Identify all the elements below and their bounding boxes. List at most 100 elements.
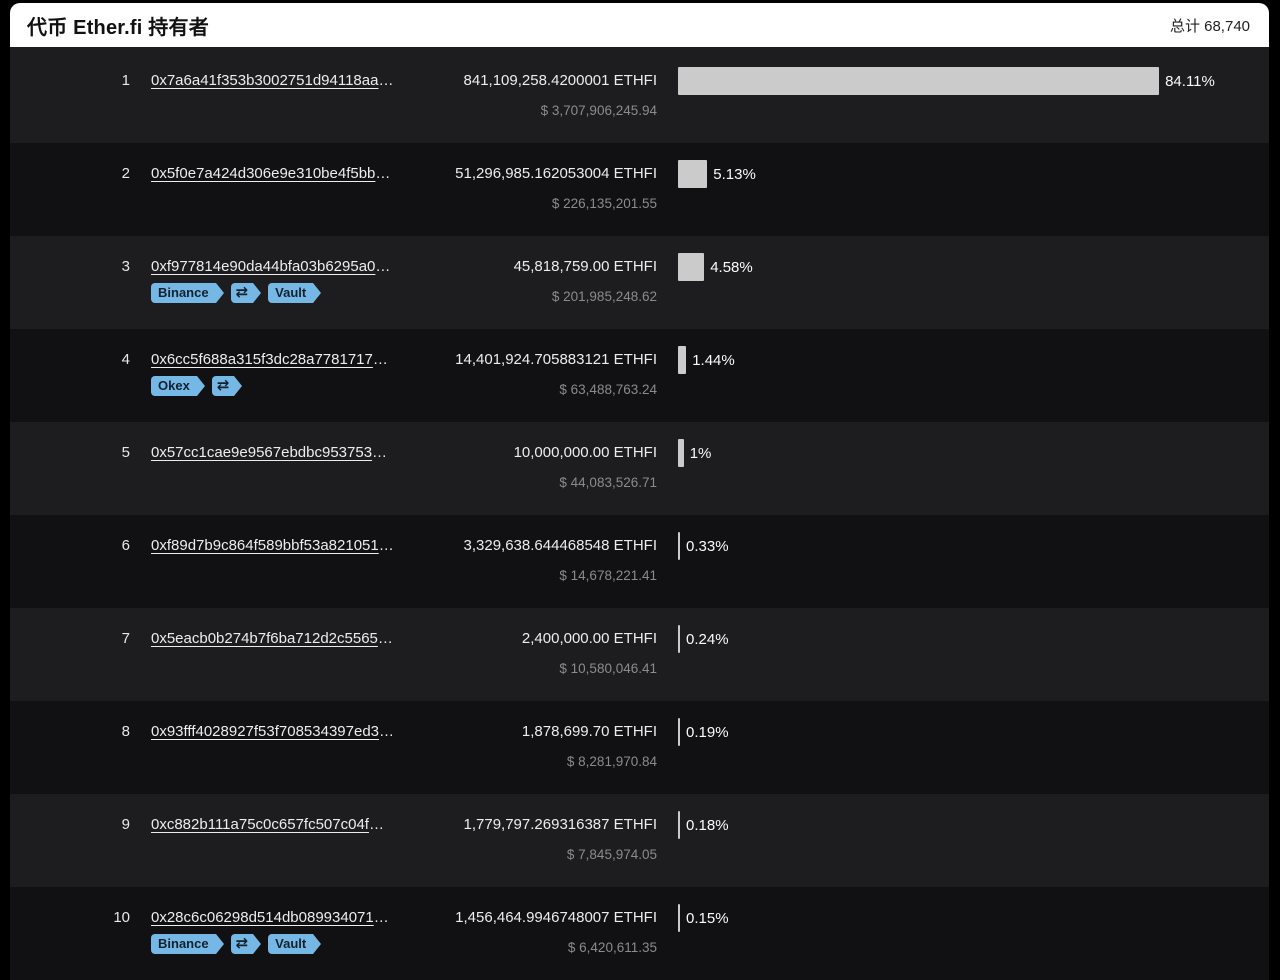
address-link[interactable]: 0xf977814e90da44bfa03b6295a0… (151, 257, 390, 277)
share-percent: 0.33% (686, 538, 729, 555)
swap-icon[interactable]: ⇄ (231, 283, 254, 303)
holder-row: 2 0x5f0e7a424d306e9e310be4f5bb… 51,296,9… (10, 143, 1269, 236)
address-link[interactable]: 0xc882b111a75c0c657fc507c04f… (151, 815, 384, 835)
tag-okex[interactable]: Okex (151, 376, 197, 396)
usd-value: $ 8,281,970.84 (567, 753, 657, 771)
share-bar: 84.11% (678, 67, 1215, 95)
holder-row: 6 0xf89d7b9c864f589bbf53a821051… 3,329,6… (10, 515, 1269, 608)
share-bar: 0.18% (678, 811, 729, 839)
address-link[interactable]: 0x7a6a41f353b3002751d94118aa… (151, 71, 393, 91)
usd-value: $ 14,678,221.41 (559, 567, 657, 585)
swap-icon[interactable]: ⇄ (231, 934, 254, 954)
share-bar: 0.15% (678, 904, 729, 932)
rank-number: 9 (10, 815, 130, 835)
share-bar-fill (678, 253, 704, 281)
tag-vault[interactable]: Vault (268, 283, 313, 303)
tag-binance[interactable]: Binance (151, 283, 216, 303)
token-amount: 841,109,258.4200001 ETHFI (464, 71, 657, 91)
holder-row: 5 0x57cc1cae9e9567ebdbc953753… 10,000,00… (10, 422, 1269, 515)
panel-header: 代币 Ether.fi 持有者 总计 68,740 (10, 3, 1269, 47)
rank-number: 6 (10, 536, 130, 556)
holder-row: 3 0xf977814e90da44bfa03b6295a0… 45,818,7… (10, 236, 1269, 329)
share-bar: 4.58% (678, 253, 753, 281)
address-text: 0x93fff4028927f53f708534397ed3 (151, 723, 379, 740)
rank-number: 1 (10, 71, 130, 91)
share-bar-fill (678, 439, 684, 467)
address-tags: Binance ⇄ Vault (151, 283, 313, 303)
tag-binance[interactable]: Binance (151, 934, 216, 954)
address-ellipsis: … (375, 165, 390, 182)
rank-number: 3 (10, 257, 130, 277)
address-ellipsis: … (378, 72, 393, 89)
holder-row: 9 0xc882b111a75c0c657fc507c04f… 1,779,79… (10, 794, 1269, 887)
address-text: 0xc882b111a75c0c657fc507c04f (151, 816, 369, 833)
address-link[interactable]: 0xf89d7b9c864f589bbf53a821051… (151, 536, 394, 556)
share-bar-fill (678, 718, 680, 746)
address-ellipsis: … (375, 258, 390, 275)
page-title: 代币 Ether.fi 持有者 (27, 11, 209, 40)
address-link[interactable]: 0x93fff4028927f53f708534397ed3… (151, 722, 394, 742)
usd-value: $ 201,985,248.62 (552, 288, 657, 306)
share-percent: 0.24% (686, 631, 729, 648)
holder-row: 7 0x5eacb0b274b7f6ba712d2c5565… 2,400,00… (10, 608, 1269, 701)
address-text: 0x5eacb0b274b7f6ba712d2c5565 (151, 630, 378, 647)
usd-value: $ 6,420,611.35 (568, 939, 657, 957)
share-bar: 0.24% (678, 625, 729, 653)
address-ellipsis: … (379, 537, 394, 554)
holders-panel: 代币 Ether.fi 持有者 总计 68,740 1 0x7a6a41f353… (10, 3, 1269, 980)
address-link[interactable]: 0x28c6c06298d514db089934071… (151, 908, 389, 928)
usd-value: $ 226,135,201.55 (552, 195, 657, 213)
usd-value: $ 44,083,526.71 (559, 474, 657, 492)
token-amount: 10,000,000.00 ETHFI (514, 443, 657, 463)
share-bar: 5.13% (678, 160, 756, 188)
usd-value: $ 63,488,763.24 (559, 381, 657, 399)
share-bar-fill (678, 811, 680, 839)
share-percent: 0.15% (686, 910, 729, 927)
address-tags: Binance ⇄ Vault (151, 934, 313, 954)
share-bar: 0.33% (678, 532, 729, 560)
address-ellipsis: … (374, 909, 389, 926)
rank-number: 5 (10, 443, 130, 463)
holder-row: 10 0x28c6c06298d514db089934071… 1,456,46… (10, 887, 1269, 980)
address-text: 0x7a6a41f353b3002751d94118aa (151, 72, 378, 89)
address-ellipsis: … (372, 444, 387, 461)
swap-icon[interactable]: ⇄ (212, 376, 235, 396)
address-ellipsis: … (379, 723, 394, 740)
rank-number: 2 (10, 164, 130, 184)
share-bar-fill (678, 160, 707, 188)
rank-number: 8 (10, 722, 130, 742)
address-text: 0x6cc5f688a315f3dc28a7781717 (151, 351, 373, 368)
rank-number: 4 (10, 350, 130, 370)
share-bar-fill (678, 67, 1159, 95)
share-percent: 84.11% (1165, 73, 1215, 90)
address-link[interactable]: 0x5eacb0b274b7f6ba712d2c5565… (151, 629, 393, 649)
address-ellipsis: … (373, 351, 388, 368)
address-link[interactable]: 0x6cc5f688a315f3dc28a7781717… (151, 350, 388, 370)
token-amount: 1,779,797.269316387 ETHFI (464, 815, 657, 835)
address-ellipsis: … (369, 816, 384, 833)
share-bar: 1% (678, 439, 711, 467)
share-bar: 0.19% (678, 718, 729, 746)
share-bar-fill (678, 625, 680, 653)
share-percent: 0.18% (686, 817, 729, 834)
token-amount: 2,400,000.00 ETHFI (522, 629, 657, 649)
tag-vault[interactable]: Vault (268, 934, 313, 954)
rank-number: 10 (10, 908, 130, 928)
address-text: 0x57cc1cae9e9567ebdbc953753 (151, 444, 372, 461)
address-tags: Okex ⇄ (151, 376, 234, 396)
share-bar: 1.44% (678, 346, 735, 374)
share-percent: 0.19% (686, 724, 729, 741)
address-text: 0xf977814e90da44bfa03b6295a0 (151, 258, 375, 275)
address-text: 0xf89d7b9c864f589bbf53a821051 (151, 537, 379, 554)
usd-value: $ 3,707,906,245.94 (541, 102, 657, 120)
token-amount: 1,456,464.9946748007 ETHFI (455, 908, 657, 928)
holder-row: 1 0x7a6a41f353b3002751d94118aa… 841,109,… (10, 50, 1269, 143)
share-bar-fill (678, 346, 686, 374)
share-bar-fill (678, 904, 680, 932)
share-percent: 5.13% (713, 166, 756, 183)
holders-list: 1 0x7a6a41f353b3002751d94118aa… 841,109,… (10, 47, 1269, 980)
address-link[interactable]: 0x57cc1cae9e9567ebdbc953753… (151, 443, 387, 463)
token-amount: 3,329,638.644468548 ETHFI (464, 536, 657, 556)
address-link[interactable]: 0x5f0e7a424d306e9e310be4f5bb… (151, 164, 390, 184)
token-amount: 14,401,924.705883121 ETHFI (455, 350, 657, 370)
